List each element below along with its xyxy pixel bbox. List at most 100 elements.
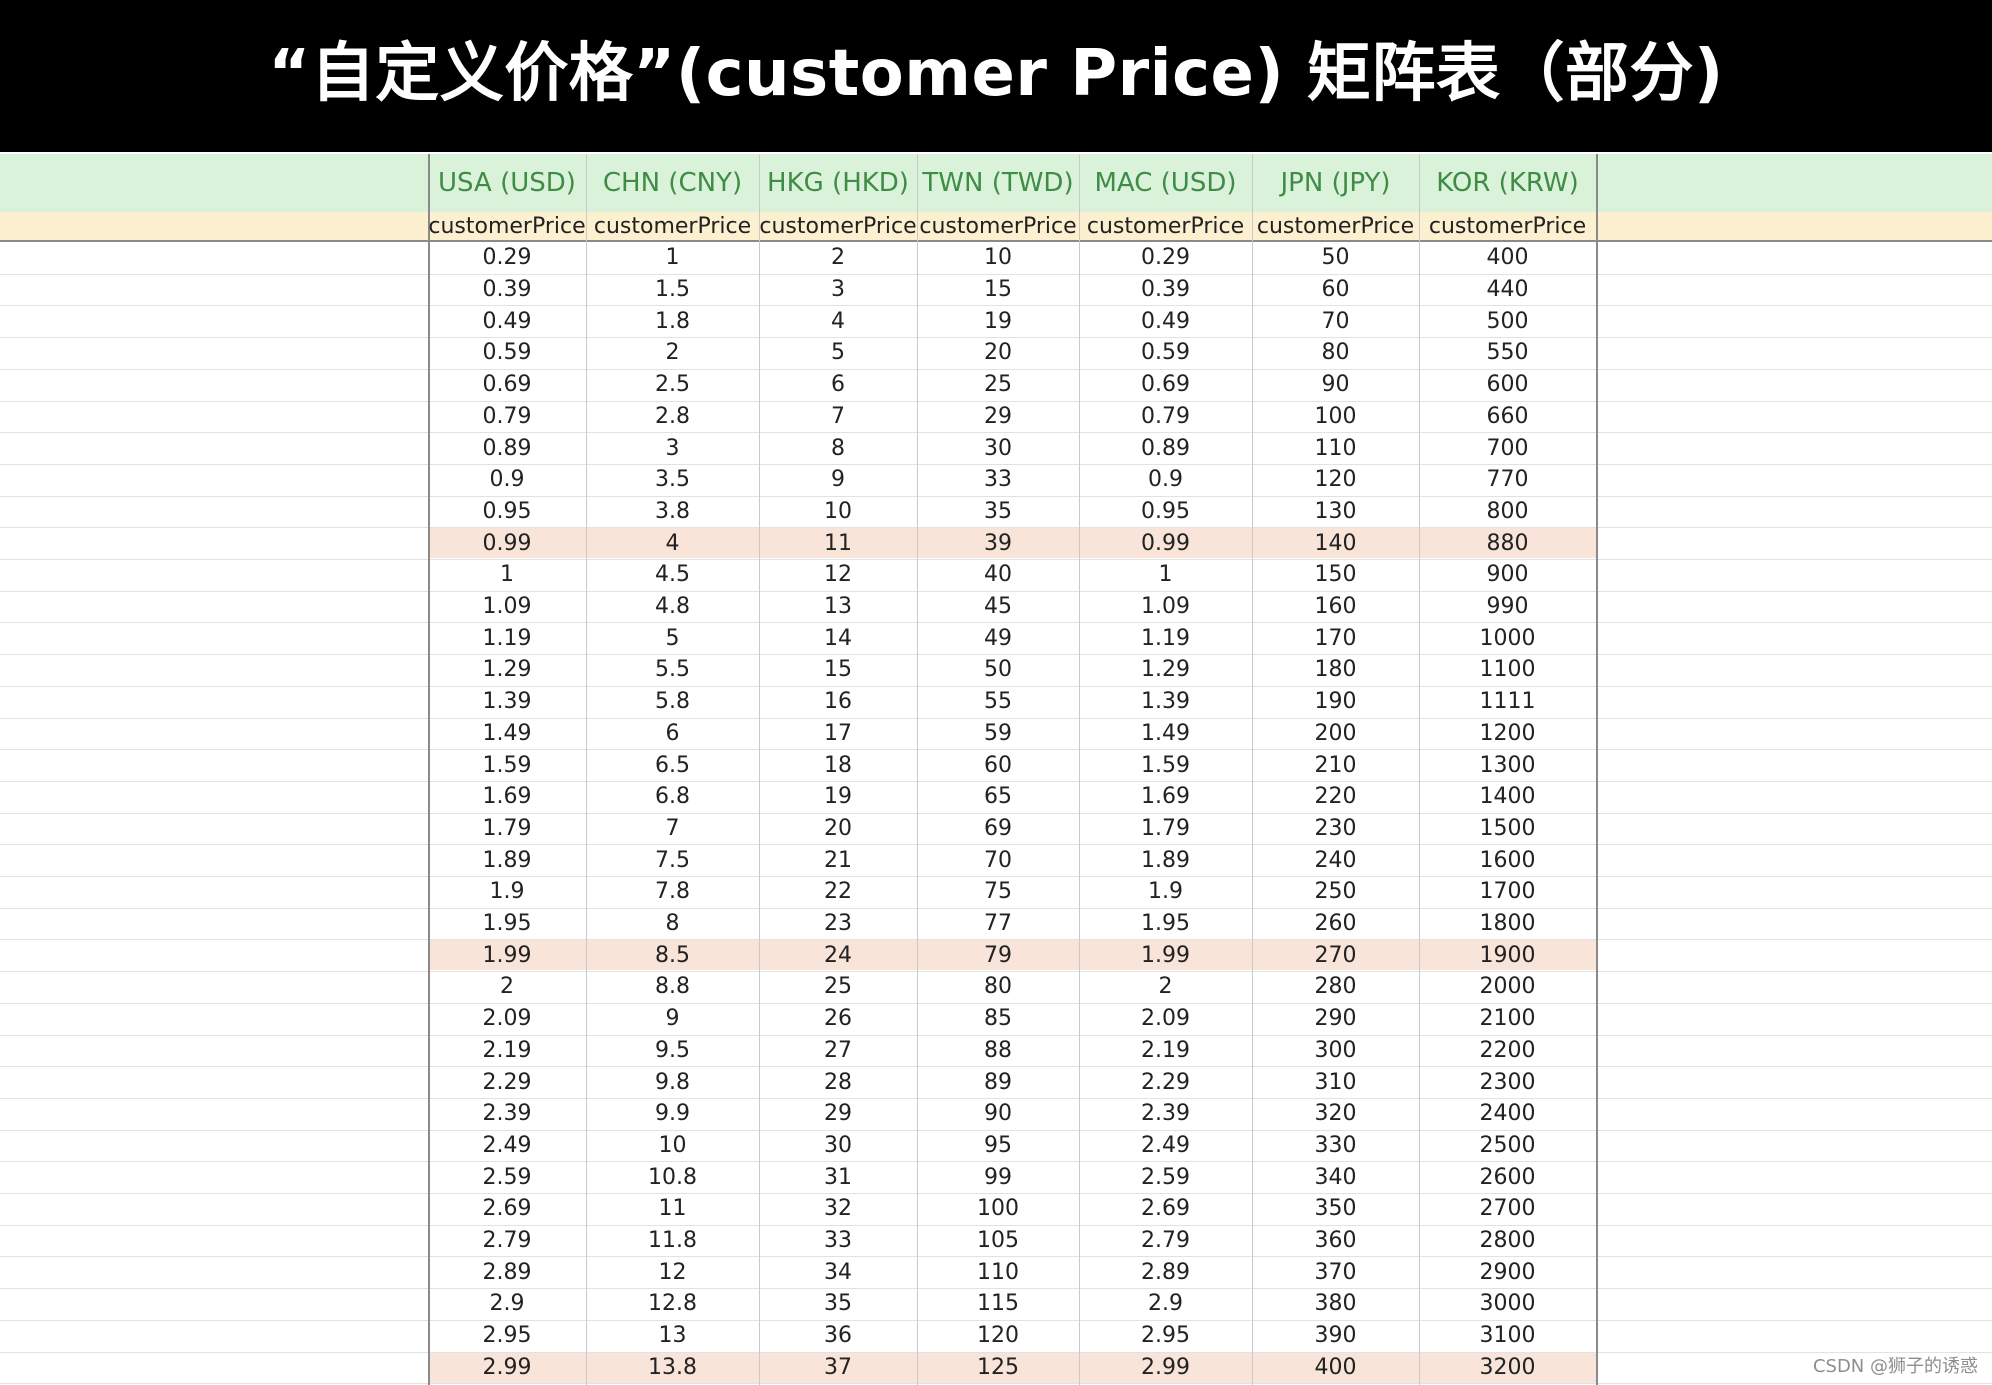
table-cell[interactable]: 2700 bbox=[1419, 1193, 1596, 1225]
table-cell[interactable]: 6.5 bbox=[586, 749, 759, 781]
table-cell[interactable]: 23 bbox=[759, 908, 917, 940]
table-cell[interactable]: 250 bbox=[1252, 876, 1419, 908]
table-cell[interactable]: 2 bbox=[1079, 971, 1252, 1003]
table-cell[interactable]: 190 bbox=[1252, 686, 1419, 718]
table-cell[interactable]: 110 bbox=[1252, 432, 1419, 464]
table-cell[interactable]: 0.99 bbox=[1079, 527, 1252, 559]
table-cell[interactable]: 99 bbox=[917, 1161, 1079, 1193]
table-cell[interactable]: 1.99 bbox=[1079, 939, 1252, 971]
table-cell[interactable]: 2.39 bbox=[1079, 1098, 1252, 1130]
table-cell[interactable]: 6.8 bbox=[586, 781, 759, 813]
table-cell[interactable]: 2 bbox=[759, 242, 917, 274]
table-cell[interactable]: 10 bbox=[917, 242, 1079, 274]
table-cell[interactable]: 1600 bbox=[1419, 844, 1596, 876]
table-cell[interactable]: 80 bbox=[1252, 337, 1419, 369]
table-cell[interactable]: 5.8 bbox=[586, 686, 759, 718]
table-cell[interactable]: 200 bbox=[1252, 718, 1419, 750]
table-cell[interactable]: 380 bbox=[1252, 1288, 1419, 1320]
table-cell[interactable]: 19 bbox=[759, 781, 917, 813]
column-header-field[interactable]: customerPrice bbox=[428, 212, 586, 240]
table-cell[interactable]: 24 bbox=[759, 939, 917, 971]
table-cell[interactable]: 115 bbox=[917, 1288, 1079, 1320]
table-cell[interactable]: 30 bbox=[759, 1130, 917, 1162]
table-cell[interactable]: 35 bbox=[917, 496, 1079, 528]
column-header-country[interactable]: KOR (KRW) bbox=[1419, 154, 1596, 212]
table-cell[interactable]: 1.59 bbox=[428, 749, 586, 781]
table-cell[interactable]: 0.95 bbox=[428, 496, 586, 528]
table-cell[interactable]: 12 bbox=[586, 1256, 759, 1288]
table-cell[interactable]: 1.69 bbox=[428, 781, 586, 813]
table-cell[interactable]: 1.79 bbox=[428, 813, 586, 845]
table-cell[interactable]: 2.9 bbox=[428, 1288, 586, 1320]
table-cell[interactable]: 1100 bbox=[1419, 654, 1596, 686]
table-cell[interactable]: 1111 bbox=[1419, 686, 1596, 718]
table-cell[interactable]: 1.49 bbox=[428, 718, 586, 750]
table-cell[interactable]: 1.59 bbox=[1079, 749, 1252, 781]
table-cell[interactable]: 100 bbox=[917, 1193, 1079, 1225]
table-cell[interactable]: 49 bbox=[917, 622, 1079, 654]
table-cell[interactable]: 2.39 bbox=[428, 1098, 586, 1130]
table-cell[interactable]: 2.09 bbox=[428, 1003, 586, 1035]
table-cell[interactable]: 7 bbox=[759, 401, 917, 433]
table-cell[interactable]: 1.19 bbox=[428, 622, 586, 654]
table-cell[interactable]: 16 bbox=[759, 686, 917, 718]
table-cell[interactable]: 550 bbox=[1419, 337, 1596, 369]
table-cell[interactable]: 9.8 bbox=[586, 1066, 759, 1098]
table-cell[interactable]: 2.79 bbox=[1079, 1225, 1252, 1257]
table-cell[interactable]: 290 bbox=[1252, 1003, 1419, 1035]
table-cell[interactable]: 180 bbox=[1252, 654, 1419, 686]
table-cell[interactable]: 1.89 bbox=[428, 844, 586, 876]
table-cell[interactable]: 0.79 bbox=[1079, 401, 1252, 433]
table-cell[interactable]: 33 bbox=[759, 1225, 917, 1257]
table-cell[interactable]: 2 bbox=[586, 337, 759, 369]
table-cell[interactable]: 5 bbox=[586, 622, 759, 654]
table-cell[interactable]: 125 bbox=[917, 1352, 1079, 1384]
table-cell[interactable]: 10.8 bbox=[586, 1161, 759, 1193]
table-cell[interactable]: 2.49 bbox=[428, 1130, 586, 1162]
column-header-field[interactable]: customerPrice bbox=[1252, 212, 1419, 240]
table-cell[interactable]: 30 bbox=[917, 432, 1079, 464]
table-cell[interactable]: 9.5 bbox=[586, 1035, 759, 1067]
table-cell[interactable]: 11 bbox=[759, 527, 917, 559]
table-cell[interactable]: 2.19 bbox=[1079, 1035, 1252, 1067]
table-cell[interactable]: 69 bbox=[917, 813, 1079, 845]
table-cell[interactable]: 7.5 bbox=[586, 844, 759, 876]
table-cell[interactable]: 0.9 bbox=[1079, 464, 1252, 496]
table-cell[interactable]: 1200 bbox=[1419, 718, 1596, 750]
table-cell[interactable]: 2300 bbox=[1419, 1066, 1596, 1098]
table-cell[interactable]: 0.39 bbox=[1079, 274, 1252, 306]
table-cell[interactable]: 1.79 bbox=[1079, 813, 1252, 845]
table-cell[interactable]: 9 bbox=[586, 1003, 759, 1035]
table-cell[interactable]: 90 bbox=[917, 1098, 1079, 1130]
table-cell[interactable]: 13 bbox=[586, 1320, 759, 1352]
table-cell[interactable]: 2.9 bbox=[1079, 1288, 1252, 1320]
table-cell[interactable]: 59 bbox=[917, 718, 1079, 750]
table-cell[interactable]: 110 bbox=[917, 1256, 1079, 1288]
table-cell[interactable]: 0.89 bbox=[1079, 432, 1252, 464]
table-cell[interactable]: 120 bbox=[1252, 464, 1419, 496]
column-header-field[interactable]: customerPrice bbox=[1079, 212, 1252, 240]
table-cell[interactable]: 4.5 bbox=[586, 559, 759, 591]
table-cell[interactable]: 2.99 bbox=[428, 1352, 586, 1384]
table-cell[interactable]: 1.95 bbox=[428, 908, 586, 940]
table-cell[interactable]: 31 bbox=[759, 1161, 917, 1193]
table-cell[interactable]: 85 bbox=[917, 1003, 1079, 1035]
table-cell[interactable]: 7 bbox=[586, 813, 759, 845]
table-cell[interactable]: 8 bbox=[759, 432, 917, 464]
table-cell[interactable]: 45 bbox=[917, 591, 1079, 623]
table-cell[interactable]: 120 bbox=[917, 1320, 1079, 1352]
table-cell[interactable]: 3.5 bbox=[586, 464, 759, 496]
table-cell[interactable]: 70 bbox=[1252, 305, 1419, 337]
table-cell[interactable]: 440 bbox=[1419, 274, 1596, 306]
table-cell[interactable]: 39 bbox=[917, 527, 1079, 559]
table-cell[interactable]: 2 bbox=[428, 971, 586, 1003]
table-cell[interactable]: 22 bbox=[759, 876, 917, 908]
table-cell[interactable]: 26 bbox=[759, 1003, 917, 1035]
table-cell[interactable]: 1800 bbox=[1419, 908, 1596, 940]
table-cell[interactable]: 1.19 bbox=[1079, 622, 1252, 654]
table-cell[interactable]: 2.89 bbox=[428, 1256, 586, 1288]
table-cell[interactable]: 33 bbox=[917, 464, 1079, 496]
table-cell[interactable]: 1.29 bbox=[428, 654, 586, 686]
table-cell[interactable]: 11 bbox=[586, 1193, 759, 1225]
table-cell[interactable]: 0.59 bbox=[1079, 337, 1252, 369]
